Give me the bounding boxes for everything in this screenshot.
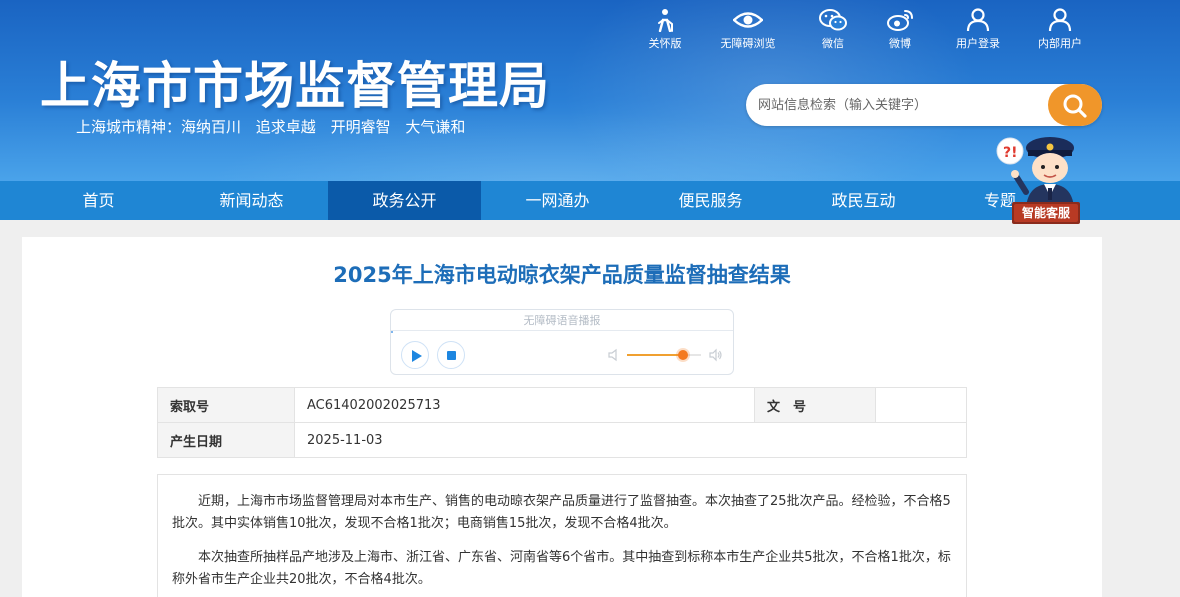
tool-label: 内部用户 bbox=[1038, 37, 1082, 50]
tool-accessibility[interactable]: 无障碍浏览 bbox=[713, 8, 783, 51]
nav-item-government-affairs[interactable]: 政务公开 bbox=[328, 181, 481, 220]
wechat-icon bbox=[819, 9, 847, 31]
city-spirit-slogan: 上海城市精神：海纳百川 追求卓越 开明睿智 大气谦和 bbox=[76, 116, 475, 137]
assistant-bubble: ?! bbox=[1003, 145, 1018, 161]
tool-label: 微信 bbox=[822, 37, 844, 50]
article-content: 近期，上海市市场监督管理局对本市生产、销售的电动晾衣架产品质量进行了监督抽查。本… bbox=[157, 474, 967, 597]
tool-label: 微博 bbox=[889, 37, 911, 50]
search-icon bbox=[1063, 94, 1087, 118]
tool-label: 用户登录 bbox=[956, 37, 1000, 50]
meta-value-doc-number bbox=[875, 387, 967, 423]
document-meta-table: 索取号 AC61402002025713 文 号 产生日期 2025-11-03 bbox=[157, 387, 967, 458]
search-input[interactable] bbox=[758, 94, 1038, 116]
article-title: 2025年上海市电动晾衣架产品质量监督抽查结果 bbox=[333, 263, 791, 287]
tool-elderly-care[interactable]: 关怀版 bbox=[630, 8, 700, 51]
stop-button[interactable] bbox=[437, 341, 465, 369]
audio-progress-bar[interactable] bbox=[391, 331, 393, 333]
tool-weibo[interactable]: 微博 bbox=[865, 8, 935, 51]
site-title[interactable]: 上海市市场监督管理局 bbox=[40, 46, 550, 118]
audio-player: 无障碍语音播报 bbox=[390, 309, 734, 375]
city-spirit-part: 追求卓越 bbox=[255, 118, 316, 136]
nav-item-interaction[interactable]: 政民互动 bbox=[787, 181, 940, 220]
tool-wechat[interactable]: 微信 bbox=[798, 8, 868, 51]
nav-item-one-stop-service[interactable]: 一网通办 bbox=[481, 181, 634, 220]
play-button[interactable] bbox=[401, 341, 429, 369]
tool-label: 关怀版 bbox=[648, 37, 682, 50]
nav-item-home[interactable]: 首页 bbox=[22, 181, 175, 220]
city-spirit-part: 开明睿智 bbox=[330, 118, 391, 136]
article-paragraph: 近期，上海市市场监督管理局对本市生产、销售的电动晾衣架产品质量进行了监督抽查。本… bbox=[172, 494, 951, 531]
nav-item-news[interactable]: 新闻动态 bbox=[175, 181, 328, 220]
search-box bbox=[746, 84, 1102, 126]
eye-icon bbox=[733, 12, 763, 28]
meta-value-date: 2025-11-03 bbox=[294, 422, 967, 458]
elderly-care-icon bbox=[658, 9, 673, 32]
top-toolbar: 关怀版 无障碍浏览 微信 微博 用户登录 内部用户 bbox=[630, 8, 1100, 50]
user-icon bbox=[1048, 8, 1072, 32]
city-spirit-part: 上海城市精神：海纳百川 bbox=[76, 118, 242, 136]
tool-label: 无障碍浏览 bbox=[720, 37, 776, 50]
smart-assistant[interactable]: ?! 智能客服 bbox=[992, 128, 1092, 228]
user-icon bbox=[966, 8, 990, 32]
tool-internal-user[interactable]: 内部用户 bbox=[1025, 8, 1095, 51]
table-row: 索取号 AC61402002025713 文 号 bbox=[157, 387, 967, 423]
city-spirit-part: 大气谦和 bbox=[405, 118, 466, 136]
article-paragraph: 本次抽查所抽样品产地涉及上海市、浙江省、广东省、河南省等6个省市。其中抽查到标称… bbox=[172, 550, 951, 587]
search-button[interactable] bbox=[1048, 84, 1102, 126]
assistant-label[interactable]: 智能客服 bbox=[1012, 204, 1080, 222]
volume-fill bbox=[627, 354, 683, 356]
weibo-icon bbox=[887, 10, 913, 31]
volume-handle[interactable] bbox=[677, 350, 688, 360]
volume-low-icon bbox=[608, 348, 617, 362]
table-row: 产生日期 2025-11-03 bbox=[157, 422, 967, 458]
volume-high-icon bbox=[709, 348, 722, 362]
meta-key: 产生日期 bbox=[157, 422, 295, 458]
meta-key: 索取号 bbox=[157, 387, 295, 423]
tool-user-login[interactable]: 用户登录 bbox=[943, 8, 1013, 51]
article-card: 2025年上海市电动晾衣架产品质量监督抽查结果 无障碍语音播报 索取号 AC61… bbox=[22, 237, 1102, 597]
audio-player-label: 无障碍语音播报 bbox=[391, 310, 733, 331]
volume-slider[interactable] bbox=[627, 350, 701, 360]
nav-item-public-services[interactable]: 便民服务 bbox=[634, 181, 787, 220]
meta-key: 文 号 bbox=[754, 387, 876, 423]
meta-value-index-number: AC61402002025713 bbox=[294, 387, 755, 423]
